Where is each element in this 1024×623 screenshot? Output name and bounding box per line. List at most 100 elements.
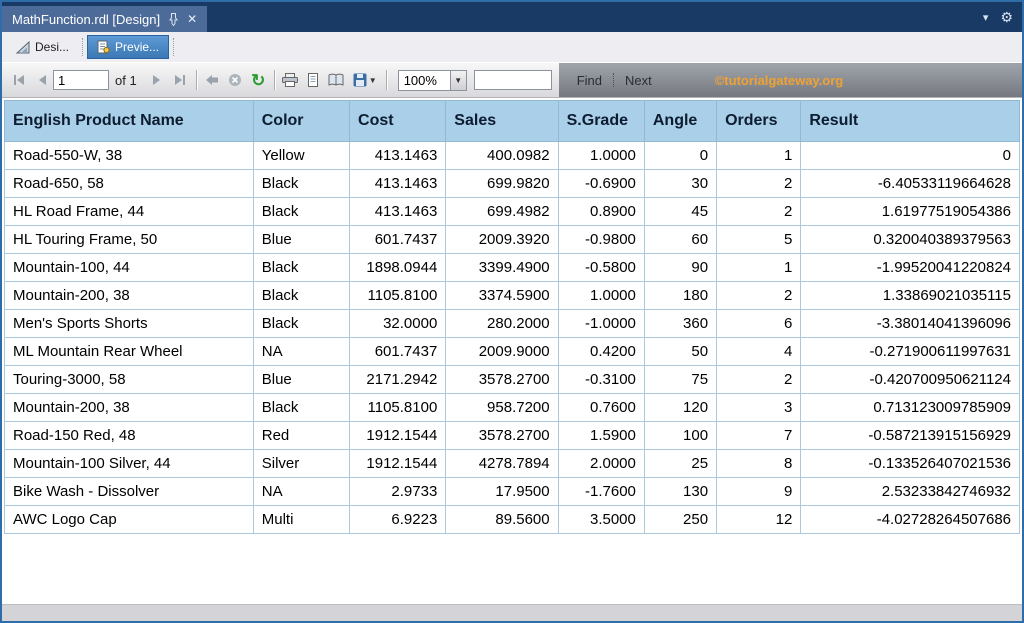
chevron-down-icon[interactable]: ▾ xyxy=(983,11,989,24)
bottom-status-strip xyxy=(2,604,1022,621)
export-dropdown-icon[interactable]: ▼ xyxy=(369,76,377,85)
table-row: Road-650, 58Black413.1463699.9820-0.6900… xyxy=(5,170,1020,198)
table-cell: 75 xyxy=(644,366,716,394)
back-to-parent-button[interactable] xyxy=(201,69,224,92)
tab-design[interactable]: Desi... xyxy=(7,36,78,58)
document-tab[interactable]: MathFunction.rdl [Design] ✕ xyxy=(2,6,207,32)
last-page-button[interactable] xyxy=(169,69,192,92)
print-button[interactable] xyxy=(279,69,302,92)
page-setup-button[interactable] xyxy=(325,69,348,92)
first-page-button[interactable] xyxy=(7,69,30,92)
table-cell: 601.7437 xyxy=(350,338,446,366)
table-cell: 1.5900 xyxy=(558,422,644,450)
export-button[interactable]: ▼ xyxy=(348,69,382,92)
close-icon[interactable]: ✕ xyxy=(187,12,197,26)
table-cell: -6.40533119664628 xyxy=(801,170,1020,198)
print-layout-button[interactable] xyxy=(302,69,325,92)
table-row: Men's Sports ShortsBlack32.0000280.2000 -… xyxy=(5,310,1020,338)
table-cell: -0.420700950621124 xyxy=(801,366,1020,394)
table-cell: -1.7600 xyxy=(558,478,644,506)
table-cell: 1898.0944 xyxy=(350,254,446,282)
table-cell: 1.33869021035115 xyxy=(801,282,1020,310)
table-cell: -0.587213915156929 xyxy=(801,422,1020,450)
find-next-separator xyxy=(613,73,614,87)
table-cell: 0.8900 xyxy=(558,198,644,226)
table-cell: -0.3100 xyxy=(558,366,644,394)
table-cell: -1.99520041220824 xyxy=(801,254,1020,282)
table-row: HL Road Frame, 44Black413.1463699.49820.… xyxy=(5,198,1020,226)
view-tab-bar: Desi... Previe... xyxy=(2,32,1022,62)
table-cell: Mountain-100, 44 xyxy=(5,254,254,282)
report-preview-area: English Product NameColorCostSalesS.Grad… xyxy=(2,98,1022,604)
report-toolbar: of 1 ↻ ▼ 100% xyxy=(2,62,1022,98)
table-cell: 4278.7894 xyxy=(446,450,558,478)
table-cell: 50 xyxy=(644,338,716,366)
previous-page-button[interactable] xyxy=(30,69,53,92)
table-cell: 280.2000 xyxy=(446,310,558,338)
table-cell: Black xyxy=(253,254,349,282)
table-cell: Black xyxy=(253,310,349,338)
table-cell: Men's Sports Shorts xyxy=(5,310,254,338)
table-cell: -3.38014041396096 xyxy=(801,310,1020,338)
table-cell: 699.9820 xyxy=(446,170,558,198)
next-link[interactable]: Next xyxy=(625,73,652,88)
table-cell: 0.4200 xyxy=(558,338,644,366)
table-cell: 120 xyxy=(644,394,716,422)
pin-icon[interactable] xyxy=(169,13,178,26)
table-cell: Multi xyxy=(253,506,349,534)
table-cell: 6 xyxy=(717,310,801,338)
refresh-icon[interactable]: ↻ xyxy=(247,69,270,92)
next-page-button[interactable] xyxy=(146,69,169,92)
table-cell: 130 xyxy=(644,478,716,506)
table-row: Mountain-100 Silver, 44Silver1912.154442… xyxy=(5,450,1020,478)
app-window: MathFunction.rdl [Design] ✕ ▾ ⚙ Desi... … xyxy=(0,0,1024,623)
table-header-row: English Product NameColorCostSalesS.Grad… xyxy=(5,101,1020,142)
view-tab-separator xyxy=(173,38,174,56)
column-header: Sales xyxy=(446,101,558,142)
table-cell: 1912.1544 xyxy=(350,450,446,478)
table-cell: 5 xyxy=(717,226,801,254)
table-cell: 958.7200 xyxy=(446,394,558,422)
table-cell: 0.7600 xyxy=(558,394,644,422)
table-cell: NA xyxy=(253,478,349,506)
table-cell: 250 xyxy=(644,506,716,534)
table-cell: 2.9733 xyxy=(350,478,446,506)
tab-preview-label: Previe... xyxy=(115,40,159,54)
table-cell: Black xyxy=(253,170,349,198)
gear-icon[interactable]: ⚙ xyxy=(1000,9,1013,26)
column-header: Angle xyxy=(644,101,716,142)
table-cell: 0.320040389379563 xyxy=(801,226,1020,254)
table-row: Bike Wash - DissolverNA2.973317.9500-1.7… xyxy=(5,478,1020,506)
column-header: Orders xyxy=(717,101,801,142)
find-link[interactable]: Find xyxy=(577,73,602,88)
table-cell: 3578.2700 xyxy=(446,422,558,450)
table-cell: Black xyxy=(253,394,349,422)
page-number-input[interactable] xyxy=(53,70,109,90)
table-cell: 1 xyxy=(717,142,801,170)
find-input[interactable] xyxy=(474,70,552,90)
table-cell: Black xyxy=(253,198,349,226)
toolbar-right-panel: Find Next ©tutorialgateway.org xyxy=(559,63,1022,97)
table-cell: 32.0000 xyxy=(350,310,446,338)
table-cell: 89.5600 xyxy=(446,506,558,534)
table-cell: 17.9500 xyxy=(446,478,558,506)
table-cell: Yellow xyxy=(253,142,349,170)
table-cell: 45 xyxy=(644,198,716,226)
table-cell: 8 xyxy=(717,450,801,478)
table-cell: 60 xyxy=(644,226,716,254)
table-cell: 0 xyxy=(644,142,716,170)
column-header: Color xyxy=(253,101,349,142)
table-cell: AWC Logo Cap xyxy=(5,506,254,534)
table-cell: 3 xyxy=(717,394,801,422)
table-cell: 6.9223 xyxy=(350,506,446,534)
report-table: English Product NameColorCostSalesS.Grad… xyxy=(4,100,1020,534)
table-cell: Bike Wash - Dissolver xyxy=(5,478,254,506)
table-cell: Black xyxy=(253,282,349,310)
table-cell: 2.0000 xyxy=(558,450,644,478)
document-tab-bar: MathFunction.rdl [Design] ✕ ▾ ⚙ xyxy=(2,2,1022,32)
table-cell: 3399.4900 xyxy=(446,254,558,282)
zoom-combobox[interactable]: 100% ▼ xyxy=(398,70,467,91)
zoom-dropdown-icon[interactable]: ▼ xyxy=(450,70,467,91)
stop-button[interactable] xyxy=(224,69,247,92)
tab-preview[interactable]: Previe... xyxy=(87,35,169,59)
